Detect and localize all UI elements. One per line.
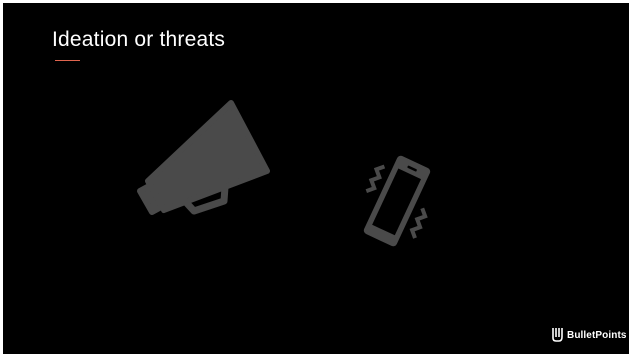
brand-name: BulletPoints (567, 329, 627, 341)
bulletpoints-logo-icon (552, 328, 563, 342)
megaphone-icon (137, 100, 270, 215)
illustration (137, 100, 431, 247)
brand-logo: BulletPoints (551, 327, 627, 343)
vibrating-phone-icon (363, 155, 431, 247)
slide: Ideation or threats BulletPoints (3, 3, 629, 354)
